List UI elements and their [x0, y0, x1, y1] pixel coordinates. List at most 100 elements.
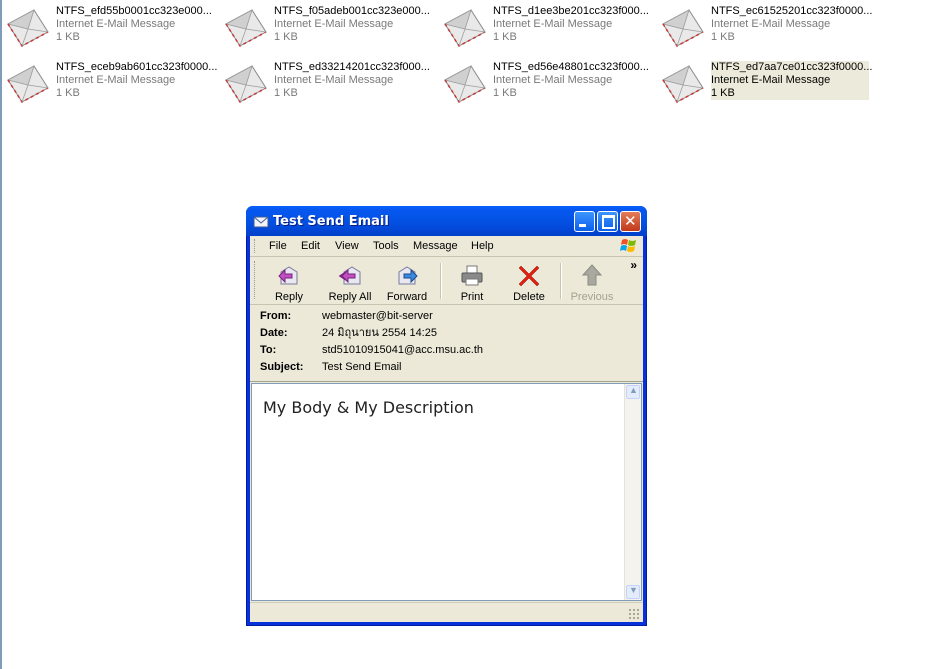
message-body[interactable]: My Body & My Description ▲ ▼	[251, 383, 642, 601]
file-item[interactable]: NTFS_ed56e48801cc323f000... Internet E-Ma…	[437, 56, 649, 96]
file-size: 1 KB	[274, 31, 298, 43]
explorer-left-border	[0, 0, 2, 669]
file-type: Internet E-Mail Message	[493, 74, 613, 86]
file-name: NTFS_ed7aa7ce01cc323f0000...	[711, 61, 873, 73]
subject-label: Subject:	[260, 361, 304, 373]
file-name: NTFS_efd55b0001cc323e000...	[56, 5, 212, 17]
file-name: NTFS_eceb9ab601cc323f0000...	[56, 61, 218, 73]
forward-icon	[398, 266, 418, 285]
file-name: NTFS_f05adeb001cc323e000...	[274, 5, 430, 17]
menu-view[interactable]: View	[335, 240, 359, 252]
email-envelope-icon	[222, 58, 270, 106]
file-size: 1 KB	[711, 87, 735, 99]
file-name: NTFS_ed33214201cc323f000...	[274, 61, 430, 73]
menu-help[interactable]: Help	[471, 240, 494, 252]
reply-button[interactable]: Reply	[261, 259, 317, 303]
close-button[interactable]: ✕	[620, 211, 641, 232]
menu-message[interactable]: Message	[413, 240, 458, 252]
email-envelope-icon	[441, 58, 489, 106]
file-name: NTFS_ec61525201cc323f0000...	[711, 5, 873, 17]
file-item[interactable]: NTFS_ed33214201cc323f000... Internet E-Ma…	[218, 56, 430, 96]
to-value: std51010915041@acc.msu.ac.th	[322, 344, 483, 356]
print-label: Print	[460, 291, 484, 303]
from-label: From:	[260, 310, 292, 322]
scroll-up-button[interactable]: ▲	[626, 385, 640, 399]
previous-button[interactable]: Previous	[564, 259, 620, 303]
forward-button[interactable]: Forward	[379, 259, 435, 303]
menu-edit[interactable]: Edit	[301, 240, 320, 252]
file-size: 1 KB	[56, 87, 80, 99]
file-name: NTFS_ed56e48801cc323f000...	[493, 61, 649, 73]
file-type: Internet E-Mail Message	[493, 18, 613, 30]
close-icon: ✕	[624, 212, 637, 230]
email-envelope-icon	[441, 2, 489, 50]
file-type: Internet E-Mail Message	[274, 74, 394, 86]
toolbar-overflow-chevron[interactable]: »	[630, 258, 637, 272]
email-envelope-icon	[222, 2, 270, 50]
file-name: NTFS_d1ee3be201cc323f000...	[493, 5, 649, 17]
previous-label: Previous	[570, 291, 614, 303]
delete-x-icon	[518, 265, 540, 287]
maximize-icon	[602, 215, 615, 229]
email-envelope-icon	[4, 2, 52, 50]
file-size: 1 KB	[711, 31, 735, 43]
subject-value: Test Send Email	[322, 361, 402, 373]
file-item[interactable]: NTFS_f05adeb001cc323e000... Internet E-Ma…	[218, 0, 430, 40]
forward-label: Forward	[386, 291, 428, 303]
window-client: File Edit View Tools Message Help Reply	[250, 236, 643, 622]
up-arrow-icon	[581, 264, 603, 286]
reply-all-label: Reply All	[328, 291, 372, 303]
vertical-scrollbar[interactable]: ▲ ▼	[624, 384, 641, 600]
file-item-selected[interactable]: NTFS_ed7aa7ce01cc323f0000... Internet E-M…	[655, 56, 873, 96]
status-bar	[250, 602, 643, 623]
scroll-down-button[interactable]: ▼	[626, 585, 640, 599]
printer-icon	[461, 265, 483, 286]
toolbar-separator	[560, 263, 562, 299]
file-type: Internet E-Mail Message	[56, 74, 176, 86]
file-size: 1 KB	[274, 87, 298, 99]
scroll-down-icon: ▼	[629, 585, 638, 595]
reply-label: Reply	[274, 291, 304, 303]
menu-tools[interactable]: Tools	[373, 240, 399, 252]
email-envelope-icon	[659, 2, 707, 50]
file-item[interactable]: NTFS_efd55b0001cc323e000... Internet E-Ma…	[0, 0, 212, 40]
file-size: 1 KB	[56, 31, 80, 43]
maximize-button[interactable]	[597, 211, 618, 232]
toolbar-grip[interactable]	[254, 261, 257, 299]
reply-all-button[interactable]: Reply All	[322, 259, 378, 303]
delete-label: Delete	[513, 291, 545, 303]
message-body-text: My Body & My Description	[263, 398, 474, 417]
scroll-up-icon: ▲	[629, 385, 638, 395]
resize-grip[interactable]	[628, 608, 640, 620]
file-size: 1 KB	[493, 87, 517, 99]
envelope-icon	[253, 216, 269, 228]
minimize-icon	[579, 224, 586, 227]
menu-file[interactable]: File	[269, 240, 287, 252]
message-header: From: webmaster@bit-server Date: 24 มิถุ…	[250, 305, 643, 382]
window-title: Test Send Email	[273, 214, 389, 229]
file-type: Internet E-Mail Message	[711, 18, 831, 30]
file-type: Internet E-Mail Message	[711, 74, 831, 86]
message-window: Test Send Email ✕ File Edit View Tools M…	[246, 206, 647, 626]
date-value: 24 มิถุนายน 2554 14:25	[322, 327, 437, 339]
reply-all-icon	[338, 266, 361, 285]
file-type: Internet E-Mail Message	[274, 18, 394, 30]
minimize-button[interactable]	[574, 211, 595, 232]
windows-logo-icon	[620, 239, 636, 252]
toolbar: Reply Reply All Forward Print Delete Pre…	[250, 257, 643, 305]
menubar-grip[interactable]	[254, 239, 257, 253]
email-envelope-icon	[4, 58, 52, 106]
menu-bar: File Edit View Tools Message Help	[250, 236, 643, 257]
reply-icon	[278, 266, 298, 285]
print-button[interactable]: Print	[444, 259, 500, 303]
title-bar[interactable]: Test Send Email ✕	[246, 206, 647, 236]
file-item[interactable]: NTFS_eceb9ab601cc323f0000... Internet E-M…	[0, 56, 217, 96]
date-label: Date:	[260, 327, 288, 339]
email-envelope-icon	[659, 58, 707, 106]
from-value: webmaster@bit-server	[322, 310, 433, 322]
file-item[interactable]: NTFS_d1ee3be201cc323f000... Internet E-Ma…	[437, 0, 649, 40]
delete-button[interactable]: Delete	[501, 259, 557, 303]
file-item[interactable]: NTFS_ec61525201cc323f0000... Internet E-M…	[655, 0, 872, 40]
file-size: 1 KB	[493, 31, 517, 43]
file-type: Internet E-Mail Message	[56, 18, 176, 30]
